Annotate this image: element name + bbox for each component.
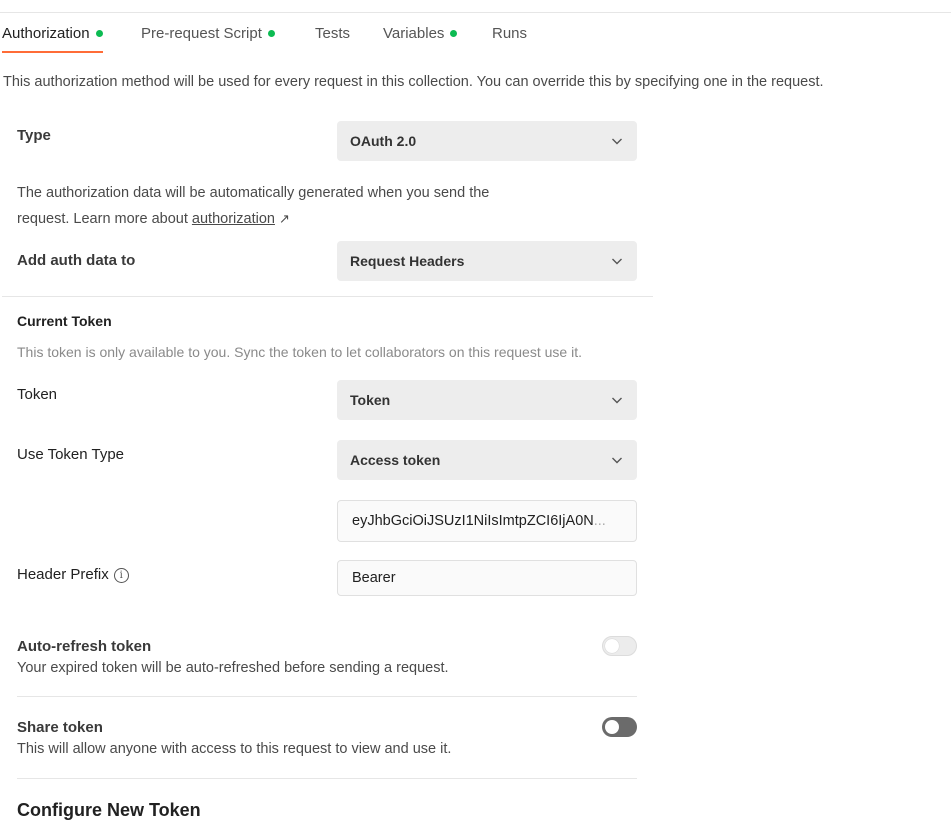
tab-label: Runs <box>492 25 528 42</box>
toggle-knob <box>605 720 619 734</box>
chevron-down-icon <box>612 258 622 265</box>
chevron-down-icon <box>612 397 622 404</box>
share-token-toggle[interactable] <box>602 717 637 737</box>
access-token-field[interactable]: eyJhbGciOiJSUzI1NiIsImtpZCI6IjA0N... <box>337 500 637 542</box>
auto-refresh-desc: Your expired token will be auto-refreshe… <box>17 660 449 676</box>
section-divider <box>17 696 637 697</box>
intro-text: This authorization method will be used f… <box>3 74 824 90</box>
use-token-type-value: Access token <box>350 452 441 468</box>
section-divider <box>2 296 653 297</box>
truncation-ellipsis: ... <box>593 513 606 529</box>
add-auth-value: Request Headers <box>350 253 465 269</box>
add-auth-select[interactable]: Request Headers <box>337 241 637 281</box>
auth-description: The authorization data will be automatic… <box>17 181 577 232</box>
auto-refresh-title: Auto-refresh token <box>17 638 152 655</box>
tab-tests[interactable]: Tests <box>315 22 350 54</box>
tab-label: Pre-request Script <box>141 25 262 42</box>
auth-desc-line1: The authorization data will be automatic… <box>17 185 490 201</box>
token-label: Token <box>17 386 58 403</box>
header-prefix-input[interactable]: Bearer <box>337 560 637 596</box>
access-token-value: eyJhbGciOiJSUzI1NiIsImtpZCI6IjA0N <box>352 513 594 529</box>
external-link-icon: ↗ <box>278 211 290 226</box>
status-dot-icon <box>450 29 458 37</box>
section-divider <box>17 778 637 779</box>
auth-desc-prefix: request. Learn more about <box>17 211 192 227</box>
current-token-note: This token is only available to you. Syn… <box>17 344 582 360</box>
auto-refresh-toggle[interactable] <box>602 636 637 656</box>
type-select[interactable]: OAuth 2.0 <box>337 121 637 161</box>
auth-desc-line2: request. Learn more about authorization ↗ <box>17 206 577 232</box>
tab-variables[interactable]: Variables <box>383 22 458 54</box>
toggle-knob <box>605 639 619 653</box>
header-prefix-label: Header Prefix i <box>17 566 129 583</box>
current-token-title: Current Token <box>17 313 112 329</box>
configure-new-token-title: Configure New Token <box>17 800 201 820</box>
header-prefix-text: Header Prefix <box>17 566 109 583</box>
authorization-link[interactable]: authorization <box>192 211 275 227</box>
type-label: Type <box>17 127 51 144</box>
tab-label: Authorization <box>2 25 90 42</box>
tab-runs[interactable]: Runs <box>492 22 527 54</box>
status-dot-icon <box>267 29 275 37</box>
tab-label: Tests <box>315 25 351 42</box>
token-select[interactable]: Token <box>337 380 637 420</box>
use-token-type-select[interactable]: Access token <box>337 440 637 480</box>
top-divider <box>0 12 951 13</box>
status-dot-icon <box>95 29 103 37</box>
type-value: OAuth 2.0 <box>350 133 417 149</box>
tab-authorization[interactable]: Authorization <box>2 22 103 54</box>
token-value: Token <box>350 392 391 408</box>
use-token-type-label: Use Token Type <box>17 446 125 463</box>
add-auth-label: Add auth data to <box>17 252 136 269</box>
chevron-down-icon <box>612 457 622 464</box>
info-icon[interactable]: i <box>113 568 129 583</box>
tab-pre-request-script[interactable]: Pre-request Script <box>141 22 275 54</box>
share-token-desc: This will allow anyone with access to th… <box>17 741 452 757</box>
share-token-title: Share token <box>17 719 103 736</box>
tab-label: Variables <box>383 25 445 42</box>
header-prefix-value: Bearer <box>352 570 396 586</box>
chevron-down-icon <box>612 138 622 145</box>
